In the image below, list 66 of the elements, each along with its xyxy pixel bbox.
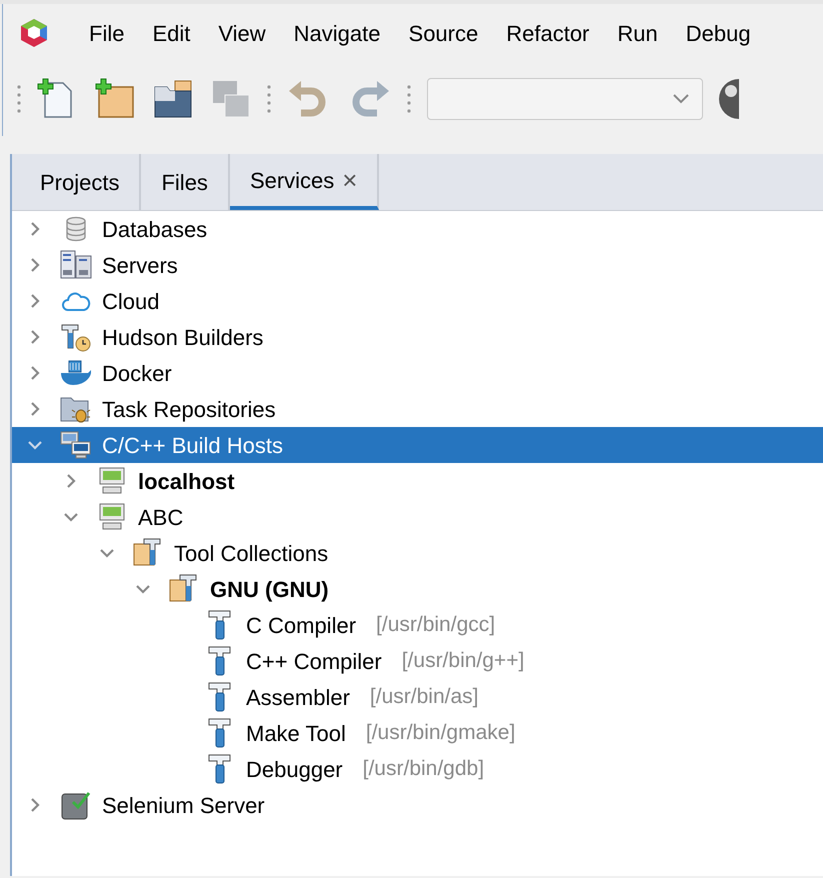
hammer-icon bbox=[208, 681, 232, 713]
tree-item[interactable]: Databases bbox=[12, 211, 823, 247]
chevron-down-icon bbox=[672, 93, 690, 105]
tree-item-path: [/usr/bin/g++] bbox=[402, 648, 524, 674]
toolbar-grip-icon[interactable] bbox=[17, 84, 21, 114]
menu-item[interactable]: Navigate bbox=[280, 16, 395, 50]
tree-item[interactable]: Assembler [/usr/bin/as] bbox=[12, 679, 823, 715]
tree-item-path: [/usr/bin/gdb] bbox=[362, 756, 484, 782]
server-rack-icon bbox=[60, 250, 92, 280]
tree-item[interactable]: localhost bbox=[12, 463, 823, 499]
tree-item[interactable]: Cloud bbox=[12, 283, 823, 319]
tree-item-label: Cloud bbox=[102, 288, 160, 316]
tree-item[interactable]: Make Tool [/usr/bin/gmake] bbox=[12, 715, 823, 751]
close-icon[interactable]: × bbox=[342, 167, 358, 193]
menu-item[interactable]: Refactor bbox=[492, 16, 604, 50]
tree-item-label: C++ Compiler bbox=[246, 648, 382, 676]
toolbar-grip-icon[interactable] bbox=[267, 84, 271, 114]
tree-item[interactable]: Servers bbox=[12, 247, 823, 283]
tree-item-path: [/usr/bin/as] bbox=[370, 684, 478, 710]
computer-icon bbox=[99, 467, 125, 495]
tree-item[interactable]: Hudson Builders bbox=[12, 319, 823, 355]
tree-item-label: Task Repositories bbox=[102, 396, 276, 424]
cube-logo-icon bbox=[19, 18, 49, 48]
tree-item-label: Tool Collections bbox=[174, 540, 328, 568]
tree-item[interactable]: Tool Collections bbox=[12, 535, 823, 571]
menu-item[interactable]: Edit bbox=[138, 16, 204, 50]
hammer-icon bbox=[208, 645, 232, 677]
tree-item[interactable]: Selenium Server bbox=[12, 787, 823, 823]
tree-item[interactable]: GNU (GNU) bbox=[12, 571, 823, 607]
tree-item-label: Docker bbox=[102, 360, 172, 388]
menu-item[interactable]: Run bbox=[603, 16, 672, 50]
menu-item[interactable]: View bbox=[204, 16, 280, 50]
new-folder-icon[interactable] bbox=[93, 77, 137, 121]
tree-item[interactable]: ABC bbox=[12, 499, 823, 535]
hammer-icon bbox=[208, 717, 232, 749]
tree-item-label: Debugger bbox=[246, 756, 343, 784]
tree-item-label: Databases bbox=[102, 216, 208, 244]
tree-item-label: Make Tool bbox=[246, 720, 346, 748]
tree-item-path: [/usr/bin/gcc] bbox=[376, 612, 496, 638]
tree-item-label: ABC bbox=[138, 504, 184, 532]
tree-item[interactable]: Debugger [/usr/bin/gdb] bbox=[12, 751, 823, 787]
cloud-icon bbox=[61, 290, 91, 312]
check-box-icon bbox=[61, 790, 91, 820]
whale-icon bbox=[60, 359, 92, 387]
tree-item-path: [/usr/bin/gmake] bbox=[366, 720, 516, 746]
tree-item[interactable]: C Compiler [/usr/bin/gcc] bbox=[12, 607, 823, 643]
computer-icon bbox=[99, 503, 125, 531]
hammer-icon bbox=[208, 609, 232, 641]
tree-item-label: Selenium Server bbox=[102, 792, 265, 820]
tree-item[interactable]: C/C++ Build Hosts bbox=[12, 427, 823, 463]
menu-item[interactable]: Debug bbox=[672, 16, 765, 50]
menu-item[interactable]: File bbox=[75, 16, 138, 50]
tree-item[interactable]: Docker bbox=[12, 355, 823, 391]
tree-item-label: GNU (GNU) bbox=[210, 576, 329, 604]
tree-item-label: Assembler bbox=[246, 684, 350, 712]
tree-item-label: C/C++ Build Hosts bbox=[102, 432, 283, 460]
tree-item-label: Hudson Builders bbox=[102, 324, 264, 352]
tree-item-label: localhost bbox=[138, 468, 235, 496]
toolbar-grip-icon[interactable] bbox=[407, 84, 411, 114]
tree-item[interactable]: Task Repositories bbox=[12, 391, 823, 427]
hammer-icon bbox=[208, 753, 232, 785]
tree-item-label: C Compiler bbox=[246, 612, 356, 640]
menu-item[interactable]: Source bbox=[394, 16, 492, 50]
tree-item-label: Servers bbox=[102, 252, 178, 280]
computers-icon bbox=[60, 430, 92, 460]
tree-item[interactable]: C++ Compiler [/usr/bin/g++] bbox=[12, 643, 823, 679]
